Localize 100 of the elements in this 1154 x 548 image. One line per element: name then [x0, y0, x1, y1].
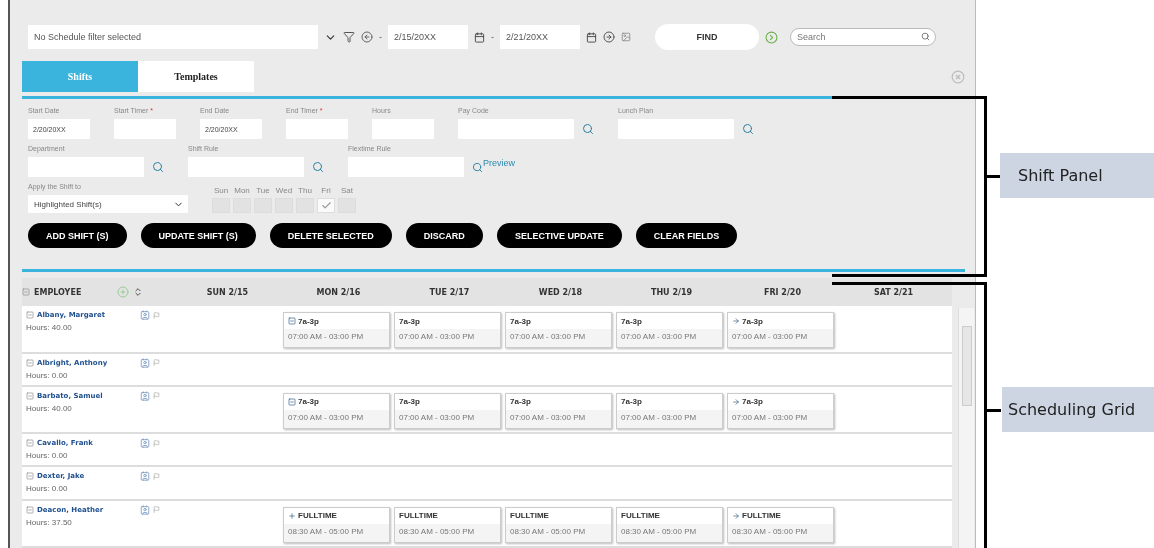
hours-text: Hours: 0.00 — [26, 451, 69, 461]
search-icon[interactable] — [582, 123, 594, 135]
collapse-icon[interactable] — [26, 505, 34, 514]
start-date-field[interactable]: 2/15/20XX — [388, 25, 468, 49]
shift-name: 7a-3p — [621, 397, 642, 407]
weekday-label: Sun — [212, 186, 230, 195]
add-icon[interactable] — [117, 286, 130, 299]
select-value: Highlighted Shift(s) — [34, 199, 102, 209]
column-header: WED 2/18 — [537, 287, 584, 297]
end-date-field[interactable]: 2/21/20XX — [500, 25, 580, 49]
shift-name: FULLTIME — [510, 511, 549, 521]
column-header: EMPLOYEE — [34, 287, 82, 297]
search-icon[interactable] — [312, 161, 324, 173]
action-button[interactable]: SELECTIVE UPDATE — [496, 223, 622, 248]
column-header: MON 2/16 — [315, 287, 362, 297]
shift-card[interactable]: 7a-3p 07:00 AM - 03:00 PM — [616, 312, 723, 349]
search-icon — [921, 32, 930, 41]
collapse-icon[interactable] — [26, 472, 34, 481]
flag-icon[interactable] — [153, 506, 160, 514]
go-icon[interactable] — [765, 30, 778, 44]
check-icon — [320, 200, 332, 211]
close-icon[interactable] — [951, 69, 965, 84]
callout-label: Shift Panel — [1000, 153, 1154, 198]
picture-icon[interactable] — [621, 32, 631, 42]
search-icon[interactable] — [472, 161, 483, 173]
shift-time: 08:30 AM - 05:00 PM — [731, 525, 809, 538]
shift-card[interactable]: 7a-3p 07:00 AM - 03:00 PM — [616, 392, 723, 429]
action-button[interactable]: CLEAR FIELDS — [635, 223, 738, 248]
hours-text: Hours: 0.00 — [26, 370, 69, 380]
action-button[interactable]: DISCARD — [405, 223, 483, 248]
shift-time: 07:00 AM - 03:00 PM — [509, 411, 587, 424]
scrollbar[interactable] — [958, 308, 974, 548]
shift-name: 7a-3p — [510, 397, 531, 407]
hours-text: Hours: 37.50 — [26, 517, 73, 527]
shift-card[interactable]: 7a-3p 07:00 AM - 03:00 PM — [727, 312, 834, 349]
collapse-icon[interactable] — [26, 391, 34, 400]
find-button[interactable]: FIND — [655, 24, 759, 50]
column-header: SAT 2/21 — [872, 287, 915, 297]
column-header: FRI 2/20 — [763, 287, 802, 297]
shift-name: FULLTIME — [298, 511, 337, 521]
forward-icon[interactable] — [603, 31, 615, 43]
shift-card[interactable]: 7a-3p 07:00 AM - 03:00 PM — [727, 392, 834, 429]
contact-card-icon[interactable] — [140, 390, 150, 401]
shift-card[interactable]: 7a-3p 07:00 AM - 03:00 PM — [394, 312, 501, 349]
back-icon[interactable] — [361, 31, 373, 43]
shift-card[interactable]: FULLTIME 08:30 AM - 05:00 PM — [727, 506, 834, 543]
column-header: SUN 2/15 — [205, 287, 250, 297]
collapse-icon[interactable] — [26, 311, 34, 320]
schedule-filter-select[interactable]: No Schedule filter selected — [28, 25, 318, 49]
shift-card[interactable]: FULLTIME 08:30 AM - 05:00 PM — [283, 506, 390, 543]
collapse-icon[interactable] — [22, 288, 30, 297]
calendar-icon[interactable] — [586, 31, 597, 43]
shift-card[interactable]: FULLTIME 08:30 AM - 05:00 PM — [616, 506, 723, 543]
shift-card[interactable]: FULLTIME 08:30 AM - 05:00 PM — [394, 506, 501, 543]
shift-name: FULLTIME — [621, 511, 660, 521]
shift-time: 08:30 AM - 05:00 PM — [398, 525, 476, 538]
contact-card-icon[interactable] — [140, 438, 150, 449]
shift-time: 07:00 AM - 03:00 PM — [398, 331, 476, 344]
shift-time: 07:00 AM - 03:00 PM — [620, 331, 698, 344]
calendar-icon[interactable] — [474, 31, 485, 43]
hours-text: Hours: 40.00 — [26, 323, 73, 333]
shift-time: 07:00 AM - 03:00 PM — [287, 331, 365, 344]
weekday-checkbox[interactable] — [317, 198, 335, 213]
dash-text: - — [379, 32, 382, 42]
search-icon[interactable] — [152, 161, 164, 173]
apply-select[interactable]: Highlighted Shift(s) — [28, 195, 188, 213]
shift-time: 07:00 AM - 03:00 PM — [509, 331, 587, 344]
action-button[interactable]: UPDATE SHIFT (S) — [140, 223, 256, 248]
search-icon[interactable] — [742, 123, 754, 135]
collapse-icon[interactable] — [26, 358, 34, 367]
contact-card-icon[interactable] — [140, 504, 150, 515]
action-button[interactable]: DELETE SELECTED — [269, 223, 392, 248]
arrow-right-icon — [732, 317, 740, 326]
shift-card[interactable]: 7a-3p 07:00 AM - 03:00 PM — [505, 312, 612, 349]
flag-icon[interactable] — [153, 311, 160, 319]
sort-icon[interactable] — [133, 287, 144, 298]
collapse-icon[interactable] — [26, 439, 34, 448]
contact-card-icon[interactable] — [140, 310, 150, 321]
contact-card-icon[interactable] — [140, 471, 150, 482]
shift-card[interactable]: FULLTIME 08:30 AM - 05:00 PM — [505, 506, 612, 543]
flag-icon[interactable] — [153, 472, 160, 480]
column-header: TUE 2/17 — [428, 287, 471, 297]
flag-icon[interactable] — [153, 392, 160, 400]
contact-card-icon[interactable] — [140, 357, 150, 368]
search-field[interactable]: Search — [790, 28, 936, 46]
flag-icon[interactable] — [153, 439, 160, 447]
callout-label: Scheduling Grid — [1002, 387, 1154, 432]
shift-card[interactable]: 7a-3p 07:00 AM - 03:00 PM — [505, 392, 612, 429]
weekday-label: Mon — [233, 186, 251, 195]
filter-icon[interactable] — [343, 31, 355, 43]
shift-card[interactable]: 7a-3p 07:00 AM - 03:00 PM — [283, 312, 390, 349]
flag-icon[interactable] — [153, 359, 160, 367]
preview-link[interactable]: Preview — [483, 158, 515, 168]
tab[interactable]: Templates — [138, 61, 254, 92]
action-button[interactable]: ADD SHIFT (S) — [28, 223, 127, 248]
shift-card[interactable]: 7a-3p 07:00 AM - 03:00 PM — [283, 392, 390, 429]
shift-card[interactable]: 7a-3p 07:00 AM - 03:00 PM — [394, 392, 501, 429]
shift-time: 08:30 AM - 05:00 PM — [620, 525, 698, 538]
shift-time: 07:00 AM - 03:00 PM — [731, 331, 809, 344]
shift-name: 7a-3p — [298, 316, 319, 326]
